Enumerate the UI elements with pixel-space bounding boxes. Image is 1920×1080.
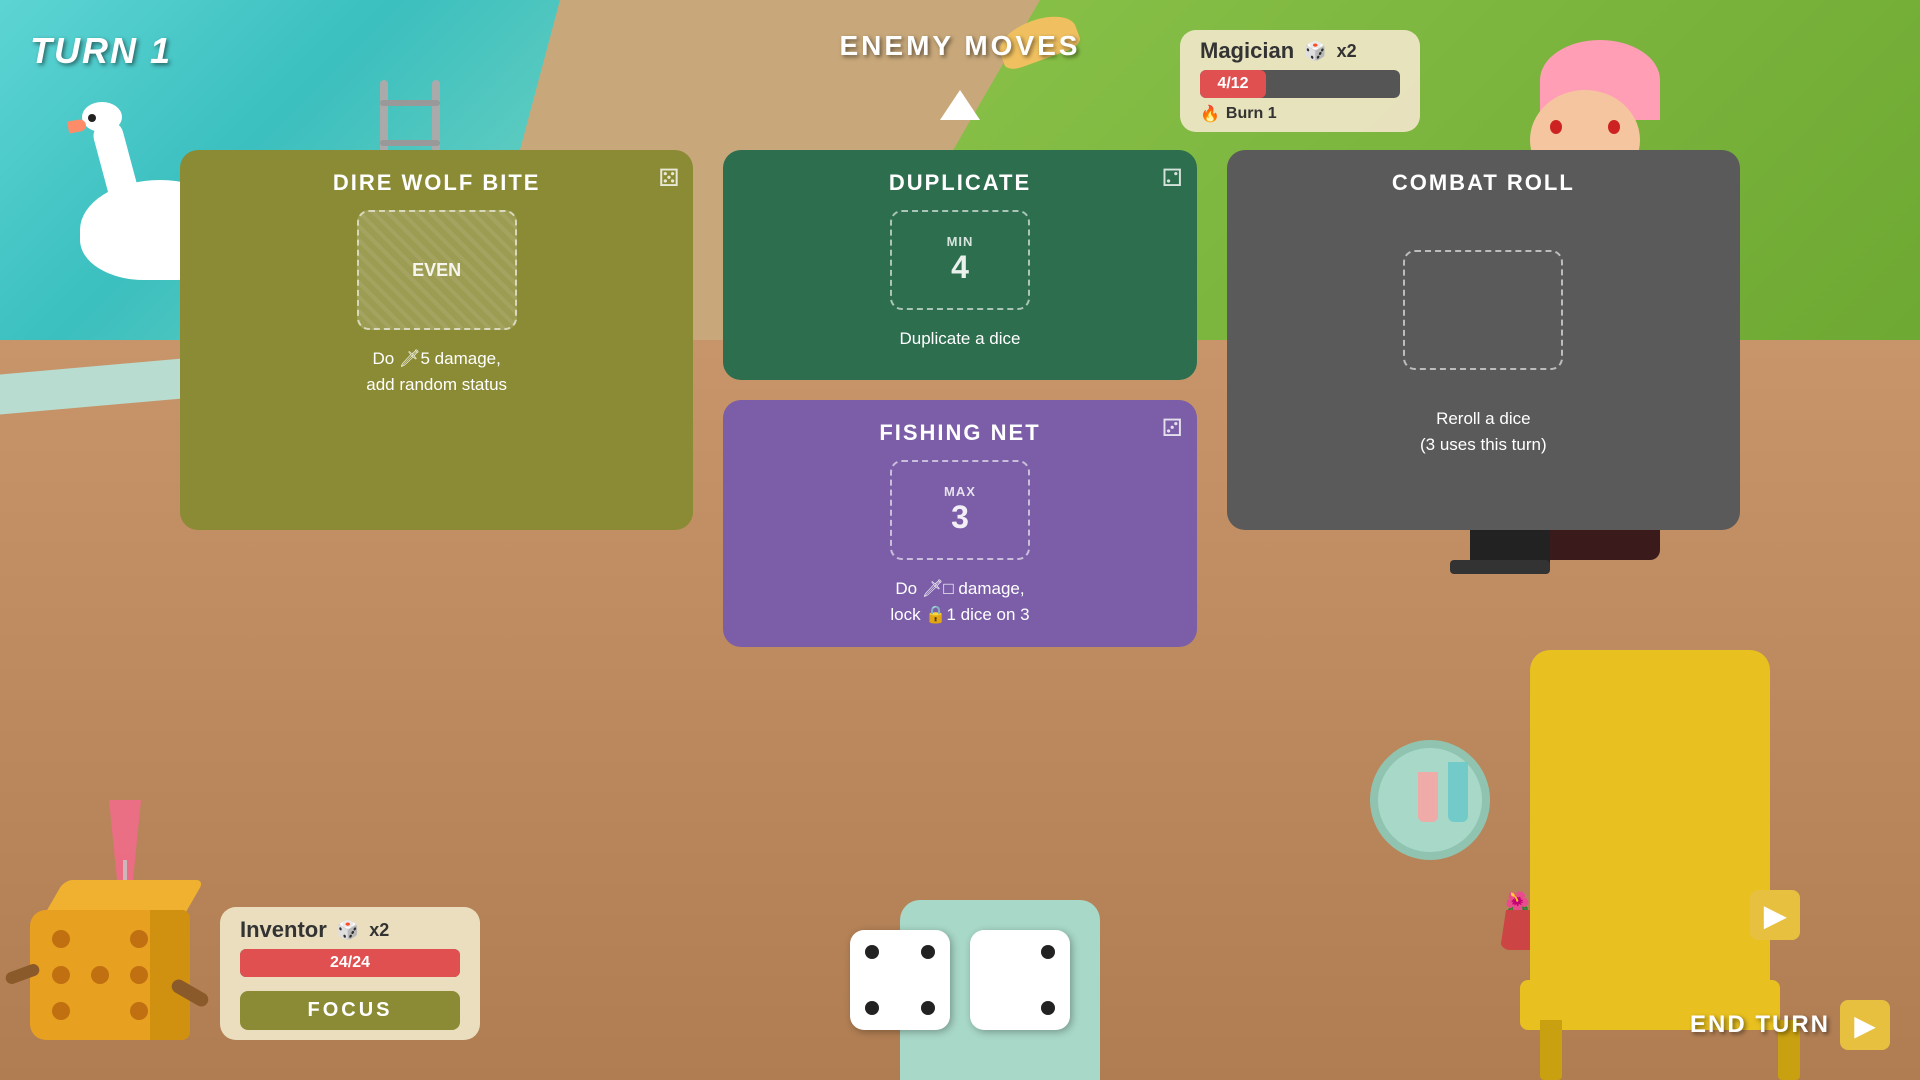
inventor-cube-decoration	[20, 880, 190, 1060]
enemy-dice-icon: 🎲	[1304, 41, 1326, 62]
pip	[1041, 945, 1055, 959]
player-health-panel: Inventor 🎲 x2 24/24 FOCUS	[220, 907, 480, 1040]
player-name: Inventor	[240, 917, 327, 943]
pip	[893, 945, 907, 959]
card-dire-wolf-slot: EVEN	[357, 210, 517, 330]
card-fishing-net-title: FISHING NET	[743, 420, 1176, 446]
pip	[921, 1001, 935, 1015]
player-dice-count: x2	[369, 920, 389, 941]
pip	[865, 945, 879, 959]
pip	[921, 973, 935, 987]
pip	[1013, 945, 1027, 959]
card-duplicate[interactable]: DUPLICATE ⚁ MIN 4 Duplicate a dice	[723, 150, 1196, 380]
enemy-status-text: Burn 1	[1226, 105, 1277, 123]
turn-indicator: TURN 1	[30, 30, 172, 72]
pip	[1013, 973, 1027, 987]
enemy-burn-status: 🔥 Burn 1	[1200, 104, 1400, 124]
card-fishing-net[interactable]: FISHING NET ⚂ MAX 3 Do 🗡□ damage,lock 🔒1…	[723, 400, 1196, 647]
pip	[1041, 973, 1055, 987]
pip	[865, 973, 879, 987]
cocktail-glass	[100, 760, 150, 880]
pip	[893, 1001, 907, 1015]
enemy-moves-label: ENEMY MOVES	[840, 30, 1081, 62]
card-duplicate-slot: MIN 4	[890, 210, 1030, 310]
card-fishing-net-dice: ⚂	[1162, 414, 1183, 443]
pip	[893, 973, 907, 987]
card-fishing-net-slot: MAX 3	[890, 460, 1030, 560]
card-duplicate-dice: ⚁	[1162, 164, 1183, 193]
card-fishing-net-max-label: MAX	[944, 484, 976, 499]
pip	[985, 973, 999, 987]
die-2[interactable]	[970, 930, 1070, 1030]
player-dice-icon: 🎲	[337, 920, 359, 941]
center-cards-column: DUPLICATE ⚁ MIN 4 Duplicate a dice FISHI…	[723, 150, 1196, 647]
card-fishing-net-description: Do 🗡□ damage,lock 🔒1 dice on 3	[743, 576, 1176, 627]
end-turn-arrow-icon: ▶	[1840, 1000, 1890, 1050]
enemy-dice-count: x2	[1337, 41, 1357, 62]
enemy-name: Magician	[1200, 38, 1294, 64]
chair-arrow-decoration: ▶	[1750, 890, 1800, 940]
card-duplicate-min-label: MIN	[947, 234, 974, 249]
card-combat-roll-slot	[1403, 250, 1563, 370]
player-health-bar-fill: 24/24	[240, 949, 460, 977]
card-duplicate-title: DUPLICATE	[743, 170, 1176, 196]
card-combat-roll-description: Reroll a dice(3 uses this turn)	[1247, 406, 1720, 457]
enemy-health-bar-fill: 4/12	[1200, 70, 1266, 98]
drink-glass-2	[1418, 772, 1438, 822]
player-health-text: 24/24	[330, 954, 370, 972]
pip	[921, 945, 935, 959]
enemy-health-text: 4/12	[1217, 75, 1248, 93]
pip	[865, 1001, 879, 1015]
card-dire-wolf-title: DIRE WOLF BITE	[200, 170, 673, 196]
card-dire-wolf-description: Do 🗡5 damage,add random status	[200, 346, 673, 397]
focus-button[interactable]: FOCUS	[240, 991, 460, 1030]
pip	[985, 945, 999, 959]
end-turn-label: END TURN	[1690, 1011, 1830, 1039]
card-dire-wolf-bite[interactable]: DIRE WOLF BITE ⚄ EVEN Do 🗡5 damage,add r…	[180, 150, 693, 530]
card-combat-roll-title: COMBAT ROLL	[1247, 170, 1720, 196]
dice-area	[850, 930, 1070, 1030]
card-fishing-net-max-value: 3	[951, 499, 969, 536]
die-1[interactable]	[850, 930, 950, 1030]
enemy-health-panel: Magician 🎲 x2 4/12 🔥 Burn 1	[1180, 30, 1420, 132]
card-duplicate-description: Duplicate a dice	[743, 326, 1176, 352]
card-combat-roll[interactable]: COMBAT ROLL Reroll a dice(3 uses this tu…	[1227, 150, 1740, 530]
cards-area: DIRE WOLF BITE ⚄ EVEN Do 🗡5 damage,add r…	[180, 150, 1740, 647]
enemy-move-arrow	[940, 90, 980, 120]
enemy-health-bar-container: 4/12	[1200, 70, 1400, 98]
pip	[985, 1001, 999, 1015]
card-dire-wolf-dice: ⚄	[658, 164, 679, 193]
end-turn-button[interactable]: END TURN ▶	[1690, 1000, 1890, 1050]
drink-glass-1	[1448, 762, 1468, 822]
pip	[1013, 1001, 1027, 1015]
card-duplicate-min-value: 4	[951, 249, 969, 286]
pip	[1041, 1001, 1055, 1015]
player-health-bar-container: 24/24	[240, 949, 460, 977]
card-dire-wolf-slot-label: EVEN	[412, 260, 461, 281]
